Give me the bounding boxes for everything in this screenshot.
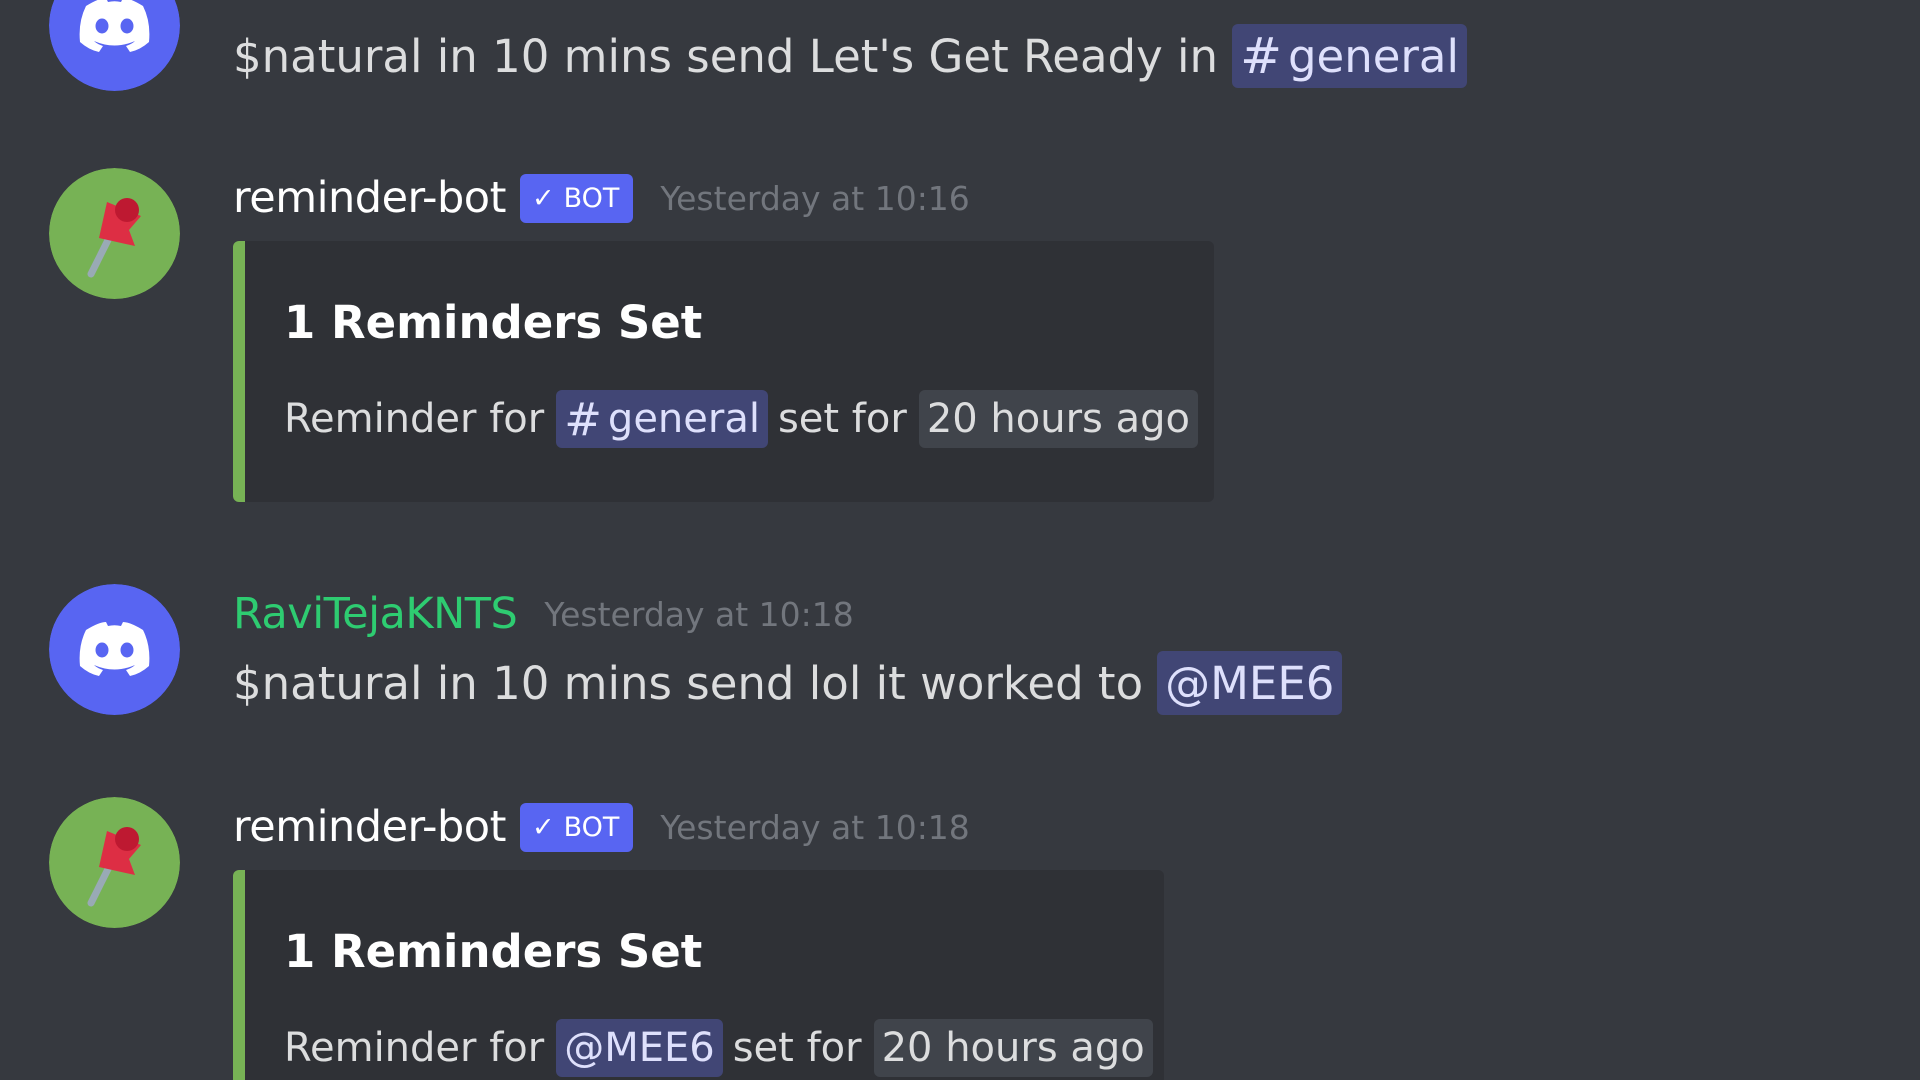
username[interactable]: reminder-bot [233,802,506,852]
checkmark-icon: ✓ [531,182,555,214]
chat-messages: $natural in 10 mins send Let's Get Ready… [0,0,1920,1080]
embed-desc-prefix: Reminder for [284,396,545,442]
channel-mention-label: general [607,396,760,442]
message-header: RaviTejaKNTS Yesterday at 10:18 [233,582,854,646]
hash-icon: # [564,392,602,446]
embed-desc-middle: set for [777,396,907,442]
pushpin-avatar-icon[interactable] [49,797,180,928]
embed-accent-bar [233,870,245,1080]
discord-avatar-icon[interactable] [49,584,180,715]
checkmark-icon: ✓ [531,811,555,843]
bot-tag-label: BOT [563,182,620,214]
relative-time[interactable]: 20 hours ago [873,1019,1153,1077]
bot-tag: ✓ BOT [519,173,634,223]
embed-accent-bar [233,241,245,502]
hash-icon: # [1240,27,1282,85]
bot-tag-label: BOT [563,811,620,843]
message-text: $natural in 10 mins send lol it worked t… [233,656,1144,710]
message-header: reminder-bot ✓ BOT Yesterday at 10:16 [233,166,970,230]
message-header: reminder-bot ✓ BOT Yesterday at 10:18 [233,795,970,859]
channel-mention[interactable]: # general [1232,24,1468,88]
message-text: $natural in 10 mins send Let's Get Ready… [233,29,1219,83]
reminder-embed: 1 Reminders Set Reminder for # general s… [233,241,1214,502]
bot-tag: ✓ BOT [519,802,634,852]
timestamp[interactable]: Yesterday at 10:18 [544,595,853,634]
pushpin-avatar-icon[interactable] [49,168,180,299]
discord-avatar-icon[interactable] [49,0,180,91]
embed-desc-prefix: Reminder for [284,1025,545,1071]
embed-desc-middle: set for [732,1025,862,1071]
username[interactable]: reminder-bot [233,173,506,223]
channel-mention[interactable]: # general [556,390,768,448]
embed-title: 1 Reminders Set [284,296,703,349]
timestamp[interactable]: Yesterday at 10:18 [660,808,969,847]
user-mention[interactable]: @MEE6 [556,1019,723,1077]
username[interactable]: RaviTejaKNTS [233,589,518,639]
message-content: $natural in 10 mins send Let's Get Ready… [233,24,1468,88]
embed-description: Reminder for @MEE6 set for 20 hours ago [284,1018,1153,1078]
message-content: $natural in 10 mins send lol it worked t… [233,651,1343,715]
channel-mention-label: general [1287,29,1460,83]
reminder-embed: 1 Reminders Set Reminder for @MEE6 set f… [233,870,1164,1080]
timestamp[interactable]: Yesterday at 10:16 [660,179,969,218]
embed-title: 1 Reminders Set [284,925,703,978]
user-mention[interactable]: @MEE6 [1157,651,1343,715]
embed-description: Reminder for # general set for 20 hours … [284,389,1198,449]
relative-time[interactable]: 20 hours ago [918,390,1198,448]
